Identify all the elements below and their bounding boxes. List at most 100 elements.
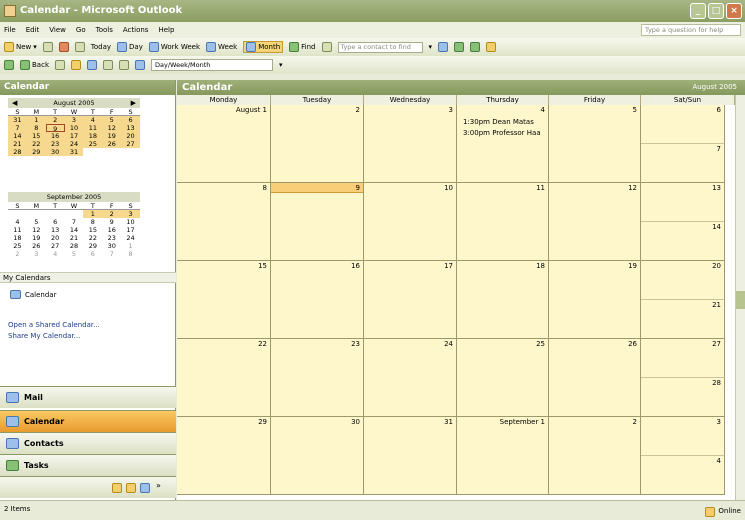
day-cell[interactable]: 5 bbox=[549, 105, 641, 183]
calendar-nav-button[interactable]: Calendar bbox=[0, 410, 176, 432]
mini-day[interactable]: 3 bbox=[27, 250, 46, 258]
mini-day[interactable]: 1 bbox=[26, 116, 46, 124]
day-cell[interactable]: 17 bbox=[364, 261, 457, 339]
back-button[interactable]: Back bbox=[20, 60, 49, 70]
day-cell[interactable]: 21 bbox=[641, 300, 725, 339]
day-cell[interactable]: 25 bbox=[457, 339, 549, 417]
day-cell[interactable]: 16 bbox=[271, 261, 364, 339]
day-cell[interactable]: 4 bbox=[641, 456, 725, 495]
menu-actions[interactable]: Actions bbox=[123, 26, 149, 34]
mini-day[interactable]: 4 bbox=[83, 116, 103, 124]
open-shared-calendar-link[interactable]: Open a Shared Calendar... bbox=[8, 320, 176, 331]
day-cell[interactable]: 2 bbox=[271, 105, 364, 183]
menu-tools[interactable]: Tools bbox=[96, 26, 113, 34]
mini-day[interactable]: 14 bbox=[65, 226, 84, 234]
mini-day[interactable]: 12 bbox=[102, 124, 122, 132]
mini-day[interactable]: 29 bbox=[26, 148, 46, 156]
mini-day[interactable]: 23 bbox=[45, 140, 65, 148]
mini-day[interactable]: 25 bbox=[8, 242, 27, 250]
day-cell[interactable]: 9 bbox=[271, 183, 364, 261]
mini-day[interactable]: 21 bbox=[8, 140, 27, 148]
day-cell[interactable]: 10 bbox=[364, 183, 457, 261]
shortcuts-icon[interactable] bbox=[140, 483, 150, 493]
mini-day[interactable]: 6 bbox=[83, 250, 102, 258]
day-cell[interactable]: 24 bbox=[364, 339, 457, 417]
mini-day[interactable]: 26 bbox=[27, 242, 46, 250]
mini-day[interactable]: 6 bbox=[121, 116, 140, 124]
mini-day[interactable]: 5 bbox=[102, 116, 122, 124]
mini-day[interactable]: 18 bbox=[83, 132, 103, 140]
day-cell[interactable]: 29 bbox=[177, 417, 271, 495]
mini-day[interactable]: 27 bbox=[121, 140, 140, 148]
day-cell[interactable]: 15 bbox=[177, 261, 271, 339]
day-cell[interactable]: 27 bbox=[641, 339, 725, 378]
menu-view[interactable]: View bbox=[49, 26, 66, 34]
day-cell[interactable]: 28 bbox=[641, 378, 725, 417]
share-my-calendar-link[interactable]: Share My Calendar... bbox=[8, 331, 176, 342]
day-cell[interactable]: 11 bbox=[457, 183, 549, 261]
week-view-button[interactable]: Week bbox=[206, 42, 237, 52]
outlook-today-icon[interactable] bbox=[4, 60, 14, 70]
mini-day[interactable]: 15 bbox=[26, 132, 46, 140]
mini-day[interactable]: 20 bbox=[46, 234, 65, 242]
mini-day[interactable]: 10 bbox=[121, 218, 140, 226]
notes-icon[interactable] bbox=[112, 483, 122, 493]
mini-day[interactable]: 21 bbox=[65, 234, 84, 242]
mini-day[interactable]: 28 bbox=[65, 242, 84, 250]
mini-day[interactable]: 2 bbox=[8, 250, 27, 258]
day-cell[interactable]: 20 bbox=[641, 261, 725, 300]
work-week-view-button[interactable]: Work Week bbox=[148, 42, 200, 52]
mini-day[interactable]: 30 bbox=[102, 242, 121, 250]
mini-day[interactable]: 8 bbox=[121, 250, 140, 258]
tools-icon[interactable] bbox=[486, 42, 497, 52]
up-folder-icon[interactable] bbox=[71, 60, 81, 70]
sync-icon[interactable] bbox=[470, 42, 481, 52]
configure-buttons-icon[interactable]: » bbox=[156, 481, 161, 490]
day-cell[interactable]: 31 bbox=[364, 417, 457, 495]
mini-day[interactable]: 5 bbox=[65, 250, 84, 258]
mini-day[interactable]: 8 bbox=[83, 218, 102, 226]
contacts-nav-button[interactable]: Contacts bbox=[0, 432, 176, 454]
mini-day[interactable]: 14 bbox=[8, 132, 27, 140]
mini-day[interactable]: 7 bbox=[65, 218, 84, 226]
minimize-button[interactable]: _ bbox=[690, 3, 706, 19]
mini-day[interactable]: 18 bbox=[8, 234, 27, 242]
mini-day[interactable]: 19 bbox=[27, 234, 46, 242]
folder-list-icon[interactable] bbox=[87, 60, 97, 70]
mini-day[interactable]: 12 bbox=[27, 226, 46, 234]
mini-day[interactable]: 17 bbox=[121, 226, 140, 234]
contact-dropdown-arrow[interactable]: ▾ bbox=[429, 43, 433, 51]
mini-day[interactable]: 8 bbox=[26, 124, 46, 132]
view-icon[interactable] bbox=[135, 60, 145, 70]
day-cell[interactable]: 18 bbox=[457, 261, 549, 339]
help-search-input[interactable]: Type a question for help bbox=[641, 24, 741, 36]
prev-month-icon[interactable]: ◀ bbox=[12, 98, 17, 108]
month-view-button[interactable]: Month bbox=[243, 41, 284, 53]
mini-day[interactable]: 6 bbox=[46, 218, 65, 226]
mini-day[interactable]: 9 bbox=[45, 124, 65, 133]
mini-day[interactable]: 24 bbox=[64, 140, 84, 148]
address-book-icon[interactable] bbox=[74, 42, 85, 52]
menu-go[interactable]: Go bbox=[76, 26, 86, 34]
mini-day[interactable]: 20 bbox=[121, 132, 140, 140]
scrollbar-thumb[interactable] bbox=[736, 291, 745, 309]
groove-icon[interactable] bbox=[454, 42, 465, 52]
mini-day[interactable]: 7 bbox=[8, 124, 27, 132]
close-button[interactable]: × bbox=[726, 3, 742, 19]
day-cell[interactable]: 30 bbox=[271, 417, 364, 495]
mini-day[interactable]: 4 bbox=[46, 250, 65, 258]
mini-day[interactable]: 25 bbox=[83, 140, 103, 148]
day-cell[interactable]: August 1 bbox=[177, 105, 271, 183]
calendar-folder-item[interactable]: Calendar bbox=[0, 290, 176, 299]
mini-day[interactable]: 29 bbox=[83, 242, 102, 250]
mini-day[interactable]: 2 bbox=[45, 116, 65, 124]
menu-help[interactable]: Help bbox=[158, 26, 174, 34]
mini-day[interactable]: 22 bbox=[83, 234, 102, 242]
day-cell[interactable]: 2 bbox=[549, 417, 641, 495]
mini-day[interactable]: 16 bbox=[45, 132, 65, 140]
day-cell[interactable]: 19 bbox=[549, 261, 641, 339]
view-dropdown-arrow[interactable]: ▾ bbox=[279, 61, 283, 69]
day-cell[interactable]: 14 bbox=[641, 222, 725, 261]
mini-day[interactable]: 11 bbox=[8, 226, 27, 234]
maximize-button[interactable]: □ bbox=[708, 3, 724, 19]
